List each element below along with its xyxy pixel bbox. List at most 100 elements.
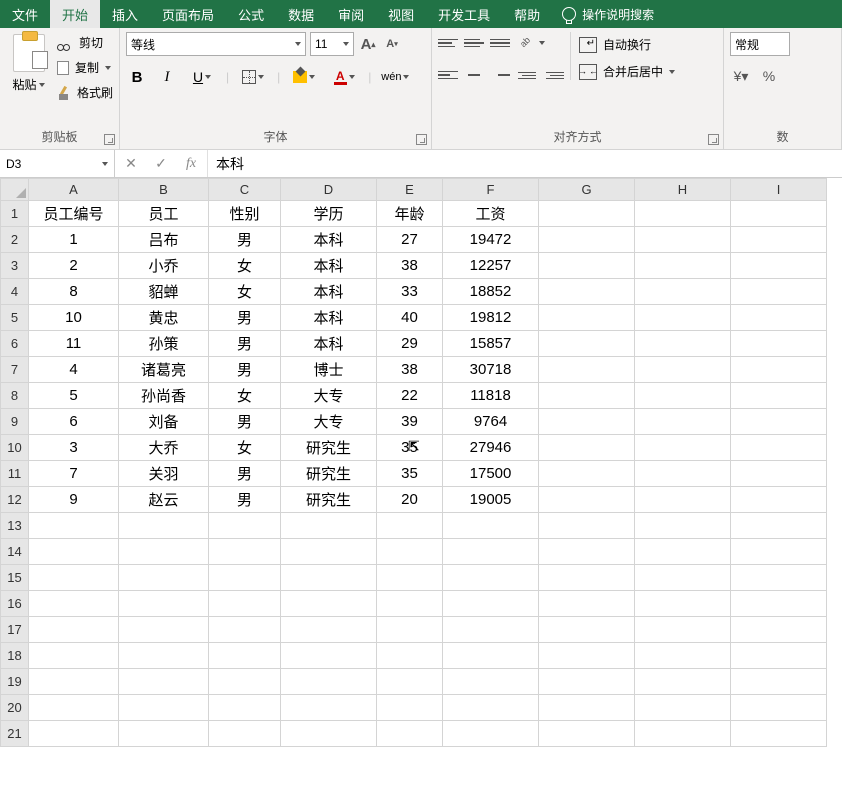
cell-I1[interactable] (731, 201, 827, 227)
cell-I20[interactable] (731, 695, 827, 721)
col-header-F[interactable]: F (443, 179, 539, 201)
cell-A7[interactable]: 4 (29, 357, 119, 383)
row-header-20[interactable]: 20 (1, 695, 29, 721)
cell-D10[interactable]: 研究生 (281, 435, 377, 461)
bold-button[interactable]: B (126, 66, 148, 88)
row-header-1[interactable]: 1 (1, 201, 29, 227)
cell-D17[interactable] (281, 617, 377, 643)
cell-H7[interactable] (635, 357, 731, 383)
cell-C17[interactable] (209, 617, 281, 643)
cell-A5[interactable]: 10 (29, 305, 119, 331)
cell-E8[interactable]: 22 (377, 383, 443, 409)
cell-B6[interactable]: 孙策 (119, 331, 209, 357)
cell-F14[interactable] (443, 539, 539, 565)
align-top-button[interactable] (438, 34, 458, 52)
format-painter-button[interactable]: 格式刷 (57, 84, 113, 101)
col-header-E[interactable]: E (377, 179, 443, 201)
cell-C11[interactable]: 男 (209, 461, 281, 487)
paste-button[interactable]: 粘贴 (6, 32, 51, 93)
font-color-button[interactable]: A (328, 66, 360, 88)
cell-G20[interactable] (539, 695, 635, 721)
row-header-10[interactable]: 10 (1, 435, 29, 461)
row-header-5[interactable]: 5 (1, 305, 29, 331)
cell-H1[interactable] (635, 201, 731, 227)
cell-C20[interactable] (209, 695, 281, 721)
cell-G15[interactable] (539, 565, 635, 591)
cell-C5[interactable]: 男 (209, 305, 281, 331)
cell-D9[interactable]: 大专 (281, 409, 377, 435)
cell-F7[interactable]: 30718 (443, 357, 539, 383)
cell-H13[interactable] (635, 513, 731, 539)
cancel-button[interactable]: ✕ (121, 154, 141, 174)
cell-I19[interactable] (731, 669, 827, 695)
cell-C9[interactable]: 男 (209, 409, 281, 435)
copy-button[interactable]: 复制 (57, 59, 113, 76)
cell-H20[interactable] (635, 695, 731, 721)
align-center-button[interactable] (464, 66, 484, 84)
menu-tab-5[interactable]: 数据 (276, 0, 326, 28)
row-header-18[interactable]: 18 (1, 643, 29, 669)
cell-G16[interactable] (539, 591, 635, 617)
row-header-14[interactable]: 14 (1, 539, 29, 565)
cell-D6[interactable]: 本科 (281, 331, 377, 357)
cell-F20[interactable] (443, 695, 539, 721)
cell-I6[interactable] (731, 331, 827, 357)
cell-C18[interactable] (209, 643, 281, 669)
align-left-button[interactable] (438, 66, 458, 84)
cell-H6[interactable] (635, 331, 731, 357)
cell-C8[interactable]: 女 (209, 383, 281, 409)
align-bottom-button[interactable] (490, 34, 510, 52)
cell-D3[interactable]: 本科 (281, 253, 377, 279)
cell-A1[interactable]: 员工编号 (29, 201, 119, 227)
cell-G8[interactable] (539, 383, 635, 409)
cell-B4[interactable]: 貂蝉 (119, 279, 209, 305)
cell-H8[interactable] (635, 383, 731, 409)
cell-I8[interactable] (731, 383, 827, 409)
cell-F15[interactable] (443, 565, 539, 591)
cell-F2[interactable]: 19472 (443, 227, 539, 253)
cell-D15[interactable] (281, 565, 377, 591)
select-all-corner[interactable] (1, 179, 29, 201)
row-header-21[interactable]: 21 (1, 721, 29, 747)
cell-F1[interactable]: 工资 (443, 201, 539, 227)
cell-F10[interactable]: 27946 (443, 435, 539, 461)
italic-button[interactable]: I (156, 66, 178, 88)
decrease-font-button[interactable]: A▾ (382, 33, 402, 55)
accounting-format-button[interactable]: ¥▾ (730, 66, 752, 86)
cell-D1[interactable]: 学历 (281, 201, 377, 227)
increase-font-button[interactable]: A▴ (358, 33, 378, 55)
percent-button[interactable]: % (758, 66, 780, 86)
cell-E21[interactable] (377, 721, 443, 747)
cell-A21[interactable] (29, 721, 119, 747)
cell-B18[interactable] (119, 643, 209, 669)
cell-B12[interactable]: 赵云 (119, 487, 209, 513)
cell-G19[interactable] (539, 669, 635, 695)
cell-E17[interactable] (377, 617, 443, 643)
cell-B9[interactable]: 刘备 (119, 409, 209, 435)
cell-I12[interactable] (731, 487, 827, 513)
number-format-combo[interactable]: 常规 (730, 32, 790, 56)
cell-E16[interactable] (377, 591, 443, 617)
cell-A10[interactable]: 3 (29, 435, 119, 461)
cell-G17[interactable] (539, 617, 635, 643)
spreadsheet-grid[interactable]: ABCDEFGHI1员工编号员工性别学历年龄工资21吕布男本科271947232… (0, 178, 842, 747)
cell-I21[interactable] (731, 721, 827, 747)
cell-E5[interactable]: 40 (377, 305, 443, 331)
cell-E3[interactable]: 38 (377, 253, 443, 279)
cell-G21[interactable] (539, 721, 635, 747)
orientation-button[interactable] (516, 32, 548, 54)
cell-F8[interactable]: 11818 (443, 383, 539, 409)
cell-F16[interactable] (443, 591, 539, 617)
cell-D21[interactable] (281, 721, 377, 747)
cell-D8[interactable]: 大专 (281, 383, 377, 409)
cell-A17[interactable] (29, 617, 119, 643)
cell-G11[interactable] (539, 461, 635, 487)
row-header-2[interactable]: 2 (1, 227, 29, 253)
formula-input[interactable]: 本科 (208, 154, 842, 174)
borders-button[interactable] (237, 66, 269, 88)
cell-C16[interactable] (209, 591, 281, 617)
cell-H3[interactable] (635, 253, 731, 279)
col-header-I[interactable]: I (731, 179, 827, 201)
cell-A6[interactable]: 11 (29, 331, 119, 357)
increase-indent-button[interactable] (544, 64, 566, 86)
